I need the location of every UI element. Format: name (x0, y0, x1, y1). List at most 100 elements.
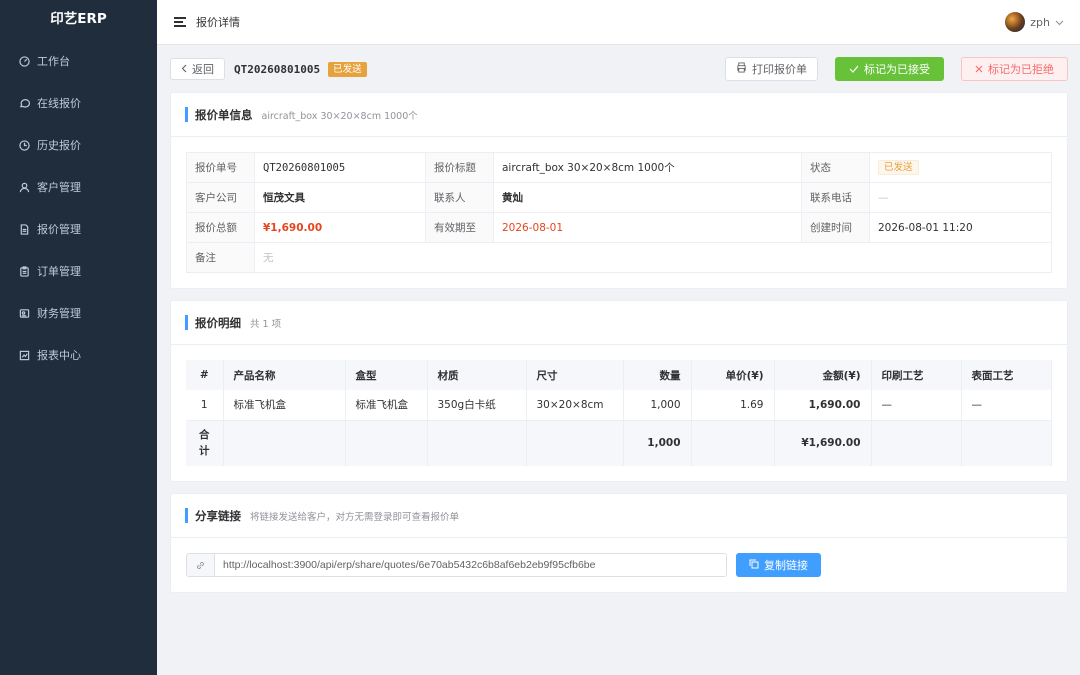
contact-label: 联系人 (425, 182, 494, 213)
column-header: 材质 (427, 360, 527, 390)
wallet-icon (19, 308, 30, 319)
app-logo: 印艺ERP (50, 11, 107, 27)
company-value: 恒茂文具 (254, 182, 426, 213)
created-value: 2026-08-01 11:20 (869, 212, 1052, 243)
chevron-left-icon (181, 63, 187, 76)
sidebar-menu: 工作台 在线报价 历史报价 客户管理 报价管理 订单管理 财务管理 报表中心 (0, 40, 157, 376)
print-quote-button[interactable]: 打印报价单 (725, 57, 818, 81)
clipboard-icon (19, 265, 30, 277)
table-cell: — (961, 390, 1052, 421)
phone-value: — (869, 182, 1052, 213)
total-value: ¥1,690.00 (254, 212, 426, 243)
subject-value: aircraft_box 30×20×8cm 1000个 (493, 152, 802, 183)
sidebar-item-finance[interactable]: 财务管理 (0, 292, 157, 334)
table-row: 1 标准飞机盒 标准飞机盒 350g白卡纸 30×20×8cm 1,000 1.… (186, 390, 1052, 421)
dashboard-icon (19, 55, 30, 67)
sidebar-item-orders[interactable]: 订单管理 (0, 250, 157, 292)
sidebar-item-customers[interactable]: 客户管理 (0, 166, 157, 208)
status-label: 状态 (801, 152, 870, 183)
menu-toggle-icon[interactable] (174, 17, 186, 27)
copy-icon (749, 559, 759, 572)
valid-until-label: 有效期至 (425, 212, 494, 243)
sidebar-item-label: 报表中心 (37, 349, 81, 362)
mark-accepted-button[interactable]: 标记为已接受 (835, 57, 944, 81)
accept-label: 标记为已接受 (864, 63, 930, 76)
table-cell: 350g白卡纸 (427, 390, 527, 421)
sidebar-item-label: 财务管理 (37, 307, 81, 320)
sidebar-item-label: 报价管理 (37, 223, 81, 236)
column-header: 尺寸 (526, 360, 624, 390)
table-cell: 1,000 (623, 390, 692, 421)
table-cell: 标准飞机盒 (223, 390, 346, 421)
column-header: 产品名称 (223, 360, 346, 390)
quote-no-value: QT20260801005 (254, 152, 426, 183)
sidebar-item-label: 订单管理 (37, 265, 81, 278)
topbar: 报价详情 zph (157, 0, 1080, 45)
table-cell: 30×20×8cm (526, 390, 624, 421)
user-menu[interactable]: zph (1005, 12, 1064, 32)
back-button[interactable]: 返回 (170, 58, 225, 80)
chart-icon (19, 350, 30, 361)
status-badge: 已发送 (328, 61, 367, 77)
column-header: # (186, 360, 224, 390)
link-icon (187, 554, 215, 576)
share-link-row: 复制链接 (186, 553, 1052, 577)
share-link-field (186, 553, 727, 577)
table-cell: — (871, 390, 962, 421)
remark-label: 备注 (186, 242, 255, 273)
total-label: 报价总额 (186, 212, 255, 243)
contact-value: 黄灿 (493, 182, 802, 213)
reject-label: 标记为已拒绝 (988, 63, 1054, 76)
username: zph (1030, 15, 1050, 29)
card-body: 复制链接 (171, 538, 1067, 592)
sidebar-item-label: 工作台 (37, 55, 70, 68)
valid-until-value: 2026-08-01 (493, 212, 802, 243)
table-cell: 1 (186, 390, 224, 421)
sidebar-item-dashboard[interactable]: 工作台 (0, 40, 157, 82)
page-header: 返回 QT20260801005 已发送 打印报价单 标记为已接受 标记为已拒绝 (170, 57, 1068, 81)
title-accent-bar (185, 508, 188, 523)
card-title: 报价单信息 (195, 107, 253, 122)
quote-info-card: 报价单信息 aircraft_box 30×20×8cm 1000个 报价单号 … (170, 92, 1068, 289)
card-title: 分享链接 (195, 508, 241, 523)
chevron-down-icon (1055, 16, 1064, 29)
sidebar-item-quotes[interactable]: 报价管理 (0, 208, 157, 250)
copy-link-button[interactable]: 复制链接 (736, 553, 821, 577)
sidebar-item-label: 历史报价 (37, 139, 81, 152)
printer-icon (736, 62, 747, 76)
card-header: 报价明细 共 1 项 (171, 301, 1067, 345)
column-header: 数量 (623, 360, 692, 390)
remark-value: 无 (254, 242, 1052, 273)
info-row: 备注 无 (186, 242, 1052, 273)
share-link-input[interactable] (215, 554, 726, 576)
company-label: 客户公司 (186, 182, 255, 213)
phone-label: 联系电话 (801, 182, 870, 213)
column-header: 单价(¥) (691, 360, 775, 390)
column-header: 印刷工艺 (871, 360, 962, 390)
summary-label: 合计 (186, 420, 224, 466)
created-label: 创建时间 (801, 212, 870, 243)
check-icon (849, 63, 859, 76)
status-badge: 已发送 (878, 160, 919, 175)
title-accent-bar (185, 315, 188, 330)
subject-label: 报价标题 (425, 152, 494, 183)
sidebar: 印艺ERP 工作台 在线报价 历史报价 客户管理 报价管理 订单管理 财务管理 (0, 0, 157, 675)
column-header: 金额(¥) (774, 360, 872, 390)
quote-info-table: 报价单号 QT20260801005 报价标题 aircraft_box 30×… (186, 152, 1052, 273)
table-header-row: # 产品名称 盒型 材质 尺寸 数量 单价(¥) 金额(¥) 印刷工艺 表面工艺 (186, 360, 1052, 390)
sidebar-item-online-quote[interactable]: 在线报价 (0, 82, 157, 124)
table-cell: 1.69 (691, 390, 775, 421)
sidebar-item-reports[interactable]: 报表中心 (0, 334, 157, 376)
page-title: QT20260801005 (234, 62, 321, 76)
user-icon (19, 182, 30, 193)
info-row: 报价单号 QT20260801005 报价标题 aircraft_box 30×… (186, 152, 1052, 183)
share-link-card: 分享链接 将链接发送给客户，对方无需登录即可查看报价单 复制链接 (170, 493, 1068, 593)
card-body: # 产品名称 盒型 材质 尺寸 数量 单价(¥) 金额(¥) 印刷工艺 表面工艺 (171, 345, 1067, 481)
summary-row: 合计 1,000 ¥1,690.00 (186, 420, 1052, 466)
quote-no-label: 报价单号 (186, 152, 255, 183)
sidebar-item-quote-history[interactable]: 历史报价 (0, 124, 157, 166)
mark-rejected-button[interactable]: 标记为已拒绝 (961, 57, 1068, 81)
card-subtitle: 将链接发送给客户，对方无需登录即可查看报价单 (250, 511, 460, 523)
column-header: 表面工艺 (961, 360, 1052, 390)
main-content: 返回 QT20260801005 已发送 打印报价单 标记为已接受 标记为已拒绝… (157, 45, 1080, 675)
